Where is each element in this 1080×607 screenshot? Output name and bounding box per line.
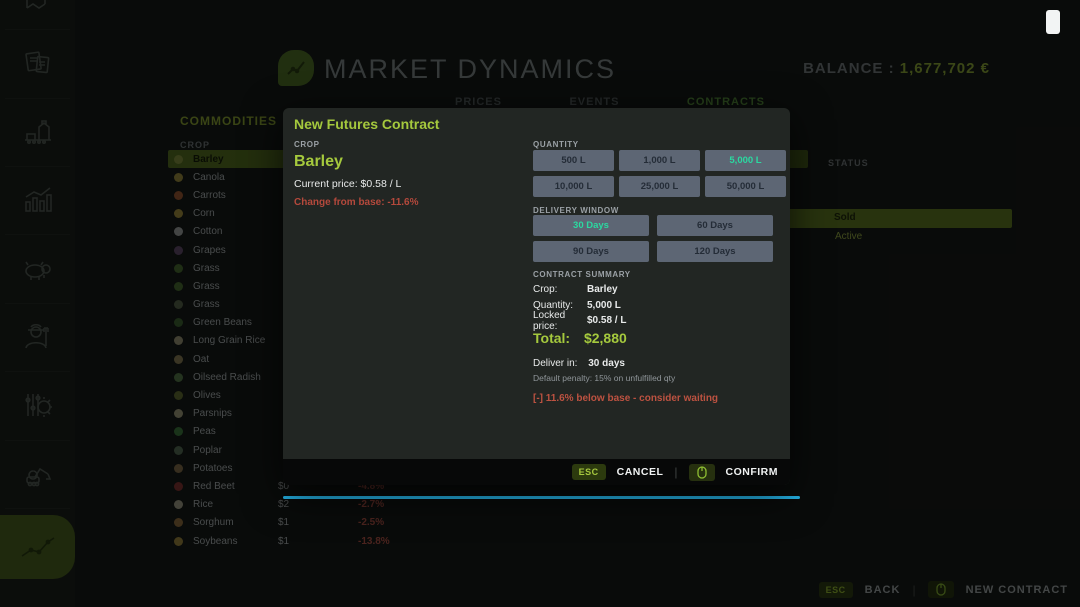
selection-underline — [283, 496, 800, 499]
summary-row: Crop: Barley — [533, 282, 626, 298]
quantity-option-button[interactable]: 25,000 L — [619, 176, 700, 197]
footer-divider: | — [674, 465, 677, 479]
selected-crop-name: Barley — [294, 153, 343, 171]
crop-section-label: CROP — [294, 140, 320, 149]
quantity-option-button[interactable]: 50,000 L — [705, 176, 786, 197]
mouse-left-click-icon — [689, 464, 715, 481]
change-from-base-line: Change from base: -11.6% — [294, 197, 418, 208]
quantity-option-button[interactable]: 1,000 L — [619, 150, 700, 171]
summary-row-label: Crop: — [533, 284, 577, 295]
summary-row-label: Locked price: — [533, 310, 577, 332]
default-penalty-note: Default penalty: 15% on unfulfilled qty — [533, 373, 675, 383]
quantity-option-button[interactable]: 10,000 L — [533, 176, 614, 197]
delivery-option-button[interactable]: 120 Days — [657, 241, 773, 262]
market-dynamics-screen: MARKET DYNAMICS BALANCE : 1,677,702 € PR… — [0, 0, 1080, 607]
dialog-title: New Futures Contract — [294, 116, 439, 132]
quantity-option-button[interactable]: 500 L — [533, 150, 614, 171]
summary-row: Locked price: $0.58 / L — [533, 313, 626, 329]
confirm-button[interactable]: CONFIRM — [726, 466, 779, 478]
deliver-in-line: Deliver in: 30 days — [533, 358, 625, 369]
deliver-in-value: 30 days — [588, 358, 625, 369]
quantity-section-label: QUANTITY — [533, 140, 579, 149]
delivery-window-options: 30 Days 60 Days 90 Days 120 Days — [533, 215, 773, 262]
cancel-button[interactable]: CANCEL — [617, 466, 664, 478]
delivery-option-button[interactable]: 30 Days — [533, 215, 649, 236]
delivery-option-button[interactable]: 90 Days — [533, 241, 649, 262]
summary-row-value: 5,000 L — [587, 300, 621, 311]
below-base-warning: [-] 11.6% below base - consider waiting — [533, 393, 718, 404]
total-line: Total: $2,880 — [533, 330, 627, 346]
total-label: Total: — [533, 330, 570, 346]
esc-key-badge: ESC — [572, 464, 606, 480]
summary-row-value: Barley — [587, 284, 618, 295]
delivery-window-label: DELIVERY WINDOW — [533, 206, 619, 215]
contract-summary-rows: Crop: Barley Quantity: 5,000 L Locked pr… — [533, 282, 626, 329]
deliver-in-label: Deliver in: — [533, 358, 577, 369]
summary-row-value: $0.58 / L — [587, 315, 626, 326]
contract-summary-label: CONTRACT SUMMARY — [533, 270, 631, 279]
delivery-option-button[interactable]: 60 Days — [657, 215, 773, 236]
phone-icon — [1046, 10, 1060, 34]
new-futures-contract-dialog: New Futures Contract CROP Barley Current… — [283, 108, 790, 485]
dialog-footer: ESC CANCEL | CONFIRM — [283, 459, 790, 485]
total-value: $2,880 — [584, 330, 627, 346]
quantity-option-button[interactable]: 5,000 L — [705, 150, 786, 171]
quantity-options: 500 L1,000 L5,000 L 10,000 L25,000 L50,00… — [533, 150, 786, 197]
current-price-line: Current price: $0.58 / L — [294, 178, 401, 190]
